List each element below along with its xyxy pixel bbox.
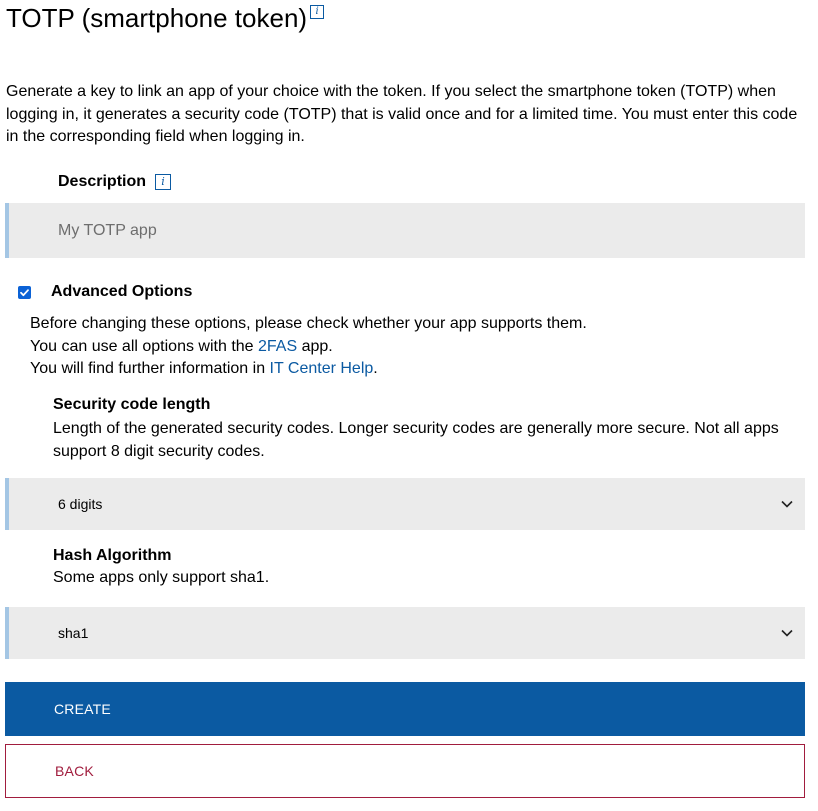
advanced-info-line: You will find further information in IT … — [30, 358, 587, 381]
create-button[interactable]: CREATE — [5, 682, 805, 736]
advanced-info-text: app. — [297, 337, 333, 355]
description-input[interactable] — [5, 203, 805, 258]
back-button[interactable]: BACK — [5, 744, 805, 798]
advanced-info-line: Before changing these options, please ch… — [30, 315, 587, 332]
advanced-options-label: Advanced Options — [51, 283, 193, 300]
page-header: TOTP (smartphone token) i — [6, 2, 325, 34]
checkmark-icon — [20, 288, 29, 296]
advanced-info-text: . — [373, 360, 378, 377]
advanced-options-row[interactable]: Advanced Options — [18, 283, 192, 301]
security-code-length-description: Length of the generated security codes. … — [53, 420, 779, 460]
description-label: Description — [58, 173, 147, 190]
hash-algorithm-title: Hash Algorithm — [53, 547, 172, 564]
hash-algorithm-description: Some apps only support sha1. — [53, 569, 270, 586]
advanced-info-line: You can use all options with the 2FAS ap… — [30, 336, 587, 359]
it-center-help-link[interactable]: IT Center Help — [270, 360, 374, 377]
description-info-icon[interactable]: i — [155, 174, 172, 190]
hash-algorithm-value: sha1 — [58, 625, 89, 641]
2fas-link[interactable]: 2FAS — [258, 338, 297, 355]
page-title: TOTP (smartphone token) — [6, 3, 308, 33]
intro-text: Generate a key to link an app of your ch… — [6, 83, 798, 145]
advanced-options-info: Before changing these options, please ch… — [30, 313, 587, 381]
chevron-down-icon — [781, 500, 793, 508]
advanced-options-checkbox[interactable] — [18, 285, 31, 299]
advanced-info-text: You can use all options with the — [30, 337, 259, 355]
security-code-length-select[interactable]: 6 digits — [5, 478, 805, 530]
security-code-length-title: Security code length — [53, 396, 211, 413]
advanced-info-text: You will find further information in — [30, 360, 270, 377]
security-code-length-value: 6 digits — [58, 496, 103, 512]
hash-algorithm-select[interactable]: sha1 — [5, 607, 805, 659]
description-label-row: Description i — [58, 173, 172, 191]
chevron-down-icon — [781, 629, 793, 637]
title-info-icon[interactable]: i — [310, 5, 325, 19]
